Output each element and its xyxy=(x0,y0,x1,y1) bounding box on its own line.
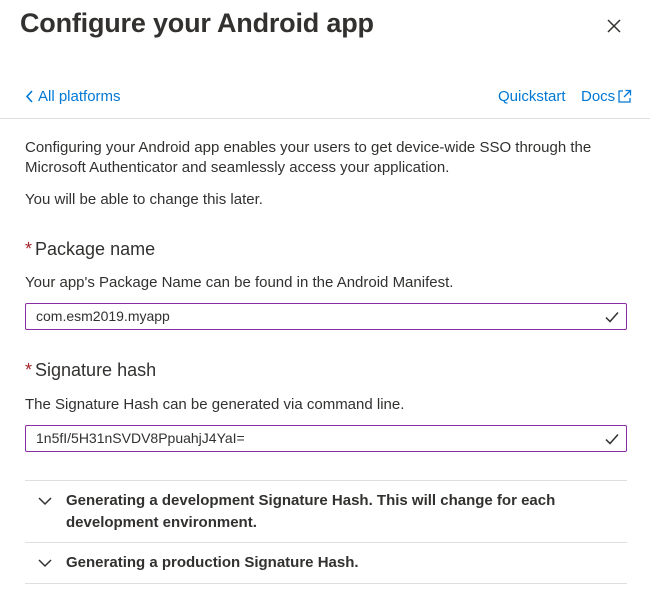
accordion-item-production-hash[interactable]: Generating a production Signature Hash. xyxy=(25,552,627,576)
docs-link[interactable]: Docs xyxy=(581,88,632,105)
close-button[interactable] xyxy=(602,14,626,38)
chevron-down-icon xyxy=(38,497,52,506)
signature-hash-label: * Signature hash xyxy=(25,360,156,381)
all-platforms-label: All platforms xyxy=(38,88,121,105)
navigation-row: All platforms Quickstart Docs xyxy=(0,86,650,110)
all-platforms-link[interactable]: All platforms xyxy=(25,88,121,105)
external-link-icon xyxy=(618,89,632,103)
intro-note: You will be able to change this later. xyxy=(25,191,263,208)
checkmark-icon xyxy=(605,312,619,323)
close-icon xyxy=(607,19,621,33)
package-name-label-text: Package name xyxy=(35,239,156,259)
accordion-item-development-hash[interactable]: Generating a development Signature Hash.… xyxy=(25,490,627,534)
quickstart-link[interactable]: Quickstart xyxy=(498,88,566,105)
package-name-label: * Package name xyxy=(25,239,155,260)
package-name-input[interactable]: com.esm2019.myapp xyxy=(25,303,627,330)
header-divider xyxy=(0,118,650,119)
accordion-divider xyxy=(25,542,627,543)
package-name-helper: Your app's Package Name can be found in … xyxy=(25,274,454,291)
package-name-value: com.esm2019.myapp xyxy=(36,308,170,324)
page-title: Configure your Android app xyxy=(20,8,374,38)
accordion-divider xyxy=(25,583,627,584)
accordion-item-label: Generating a production Signature Hash. xyxy=(66,554,359,571)
required-marker: * xyxy=(25,360,33,380)
chevron-left-icon xyxy=(25,90,33,103)
intro-description: Configuring your Android app enables you… xyxy=(25,139,592,176)
checkmark-icon xyxy=(605,434,619,445)
signature-hash-helper: The Signature Hash can be generated via … xyxy=(25,396,405,413)
signature-hash-value: 1n5fI/5H31nSVDV8PpuahjJ4YaI= xyxy=(36,430,245,446)
required-marker: * xyxy=(25,239,33,259)
signature-hash-input[interactable]: 1n5fI/5H31nSVDV8PpuahjJ4YaI= xyxy=(25,425,627,452)
signature-hash-label-text: Signature hash xyxy=(35,360,157,380)
accordion-item-label: Generating a development Signature Hash.… xyxy=(66,492,556,531)
docs-label: Docs xyxy=(581,88,616,105)
accordion-divider xyxy=(25,480,627,481)
chevron-down-icon xyxy=(38,559,52,568)
